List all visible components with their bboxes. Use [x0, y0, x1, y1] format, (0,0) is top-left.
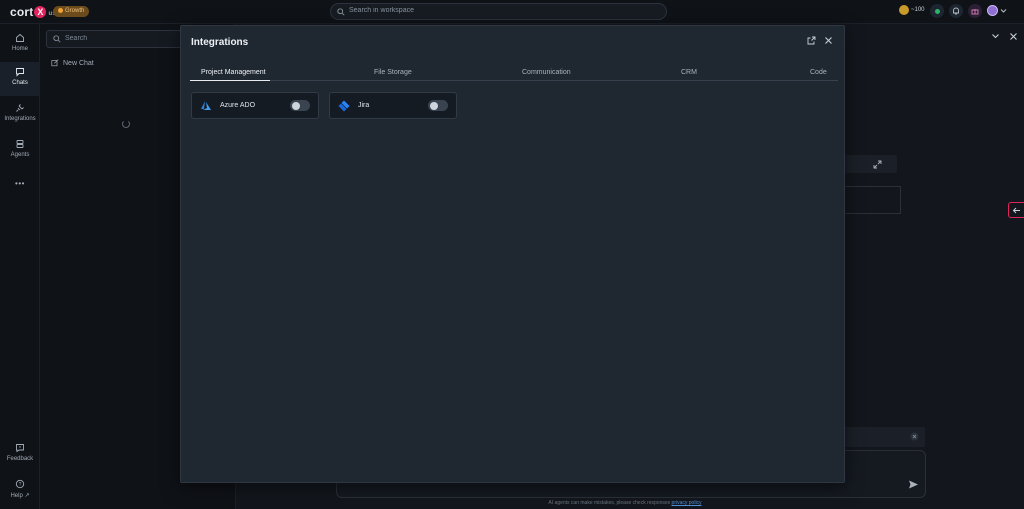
help-button[interactable]: ? Help ↗ — [0, 479, 40, 499]
disclaimer: AI agents can make mistakes, please chec… — [400, 500, 850, 506]
integration-tabs: Project Management File Storage Communic… — [190, 66, 838, 81]
help-label: Help — [10, 493, 23, 499]
tab-crm[interactable]: CRM — [681, 69, 697, 76]
nav-item-label: Home — [11, 46, 28, 52]
integration-name: Jira — [358, 102, 370, 109]
edit-icon — [51, 59, 59, 67]
tab-file-storage[interactable]: File Storage — [374, 69, 412, 76]
chat-icon — [16, 68, 24, 77]
feedback-button[interactable]: Feedback — [0, 443, 40, 462]
shrink-icon[interactable] — [910, 432, 919, 441]
logo-mark: X — [34, 6, 47, 18]
nav-item-label: Integrations — [4, 116, 36, 122]
panel-input — [845, 427, 925, 447]
nav-more-button[interactable]: ••• — [0, 179, 40, 188]
toggle-knob — [429, 101, 438, 110]
nav-item-chats[interactable]: Chats — [0, 62, 40, 96]
svg-text:?: ? — [19, 482, 22, 488]
azure-ado-toggle[interactable] — [290, 100, 310, 111]
jira-icon — [338, 100, 350, 112]
plan-badge[interactable]: Growth — [53, 6, 90, 17]
gift-icon — [971, 9, 979, 15]
integration-name: Azure ADO — [220, 102, 256, 109]
left-nav: Home Chats Integrations Agents ••• Feedb… — [0, 24, 40, 509]
azure-devops-icon — [201, 101, 211, 110]
toggle-knob — [291, 101, 300, 110]
plug-icon — [16, 104, 24, 112]
credits-display[interactable]: ~100 — [899, 5, 925, 15]
collapse-panel-button[interactable] — [1008, 202, 1024, 218]
search-icon — [53, 35, 61, 43]
nav-item-label: Chats — [12, 80, 28, 86]
nav-item-integrations[interactable]: Integrations — [0, 98, 40, 132]
feedback-label: Feedback — [6, 456, 34, 462]
open-external-icon[interactable] — [807, 36, 816, 45]
app-logo[interactable]: cort X us — [10, 5, 56, 19]
loading-spinner-icon — [122, 120, 130, 128]
gift-button[interactable] — [968, 4, 982, 18]
arrow-left-icon — [1012, 207, 1020, 214]
tab-code[interactable]: Code — [810, 69, 827, 76]
send-icon[interactable] — [908, 479, 919, 490]
workspace-search-input[interactable] — [349, 7, 649, 14]
disclaimer-text: AI agents can make mistakes, please chec… — [548, 500, 671, 506]
agent-icon — [16, 140, 24, 148]
status-dot-icon — [934, 8, 940, 14]
logo-text: cort — [10, 5, 34, 19]
integrations-modal: Integrations Project Management File Sto… — [180, 25, 845, 483]
bell-icon — [953, 7, 959, 15]
expand-icon[interactable] — [873, 160, 882, 169]
feedback-icon — [16, 444, 24, 453]
chevron-down-icon[interactable] — [1000, 8, 1007, 14]
jira-toggle[interactable] — [428, 100, 448, 111]
new-chat-button[interactable]: New Chat — [51, 59, 94, 67]
panel-header — [845, 155, 897, 173]
notifications-button[interactable] — [949, 4, 963, 18]
modal-title: Integrations — [191, 37, 249, 48]
credits-count: ~100 — [911, 7, 925, 13]
search-icon — [337, 8, 345, 16]
help-icon: ? — [15, 479, 25, 489]
integration-card-jira[interactable]: Jira — [329, 92, 457, 119]
close-icon[interactable] — [1009, 32, 1018, 41]
chevron-down-icon[interactable] — [991, 32, 1000, 40]
tab-communication[interactable]: Communication — [522, 69, 571, 76]
nav-item-label: Agents — [10, 152, 30, 158]
panel-box — [845, 186, 901, 214]
status-button[interactable] — [930, 4, 944, 18]
top-bar: cort X us Growth ~100 — [0, 0, 1024, 24]
nav-item-home[interactable]: Home — [0, 28, 40, 62]
avatar[interactable] — [987, 5, 998, 16]
coin-icon — [899, 5, 909, 15]
home-icon — [16, 33, 24, 42]
privacy-policy-link[interactable]: privacy policy — [672, 500, 702, 506]
tab-project-management[interactable]: Project Management — [201, 69, 266, 76]
new-chat-label: New Chat — [63, 59, 94, 67]
integration-card-azure-ado[interactable]: Azure ADO — [191, 92, 319, 119]
external-link-icon: ↗ — [24, 493, 30, 499]
close-icon[interactable] — [824, 36, 833, 45]
active-tab-indicator — [190, 80, 270, 81]
nav-item-agents[interactable]: Agents — [0, 134, 40, 168]
workspace-search[interactable] — [330, 3, 667, 20]
